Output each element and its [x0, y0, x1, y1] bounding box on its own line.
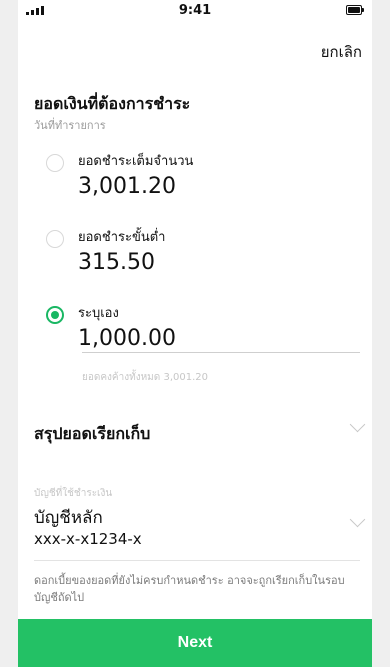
left-gutter [0, 0, 18, 667]
option-value: 315.50 [78, 250, 155, 275]
radio-unselected[interactable] [46, 230, 64, 248]
option-label: ยอดชำระขั้นต่ำ [78, 230, 166, 245]
option-custom-amount[interactable]: ระบุเอง 1,000.00 [46, 300, 374, 356]
signal-icon [26, 6, 44, 15]
status-time: 9:41 [178, 2, 212, 18]
account-divider [34, 560, 360, 561]
status-bar: 9:41 [0, 0, 390, 20]
custom-amount-input[interactable]: 1,000.00 [78, 326, 176, 351]
chevron-down-icon[interactable] [349, 511, 366, 528]
radio-unselected[interactable] [46, 154, 64, 172]
right-gutter [372, 0, 390, 667]
account-number: xxx-x-x1234-x [34, 530, 142, 548]
option-value: 3,001.20 [78, 174, 176, 199]
option-minimum-amount[interactable]: ยอดชำระขั้นต่ำ 315.50 [46, 224, 374, 280]
option-label: ยอดชำระเต็มจำนวน [78, 154, 194, 169]
radio-selected[interactable] [46, 306, 64, 324]
battery-icon [346, 5, 364, 15]
option-label: ระบุเอง [78, 306, 119, 321]
billing-summary-title[interactable]: สรุปยอดเรียกเก็บ [34, 422, 150, 447]
option-full-amount[interactable]: ยอดชำระเต็มจำนวน 3,001.20 [46, 148, 374, 204]
account-name: บัญชีหลัก [34, 508, 103, 528]
payment-amount-subtitle: วันที่ทำรายการ [34, 119, 106, 132]
interest-note: ดอกเบี้ยของยอดที่ยังไม่ครบกำหนดชำระ อาจจ… [34, 574, 345, 604]
custom-amount-underline [82, 352, 360, 353]
phone-screen: 9:41 ยกเลิก ยอดเงินที่ต้องการชำระ วันที่… [0, 0, 390, 667]
outstanding-balance-hint: ยอดคงค้างทั้งหมด 3,001.20 [82, 372, 208, 383]
payment-amount-title: ยอดเงินที่ต้องการชำระ [34, 94, 191, 113]
payment-account-label: บัญชีที่ใช้ชำระเงิน [34, 488, 113, 499]
cancel-button[interactable]: ยกเลิก [321, 40, 362, 64]
chevron-down-icon[interactable] [349, 416, 366, 433]
next-button[interactable]: Next [18, 619, 372, 667]
